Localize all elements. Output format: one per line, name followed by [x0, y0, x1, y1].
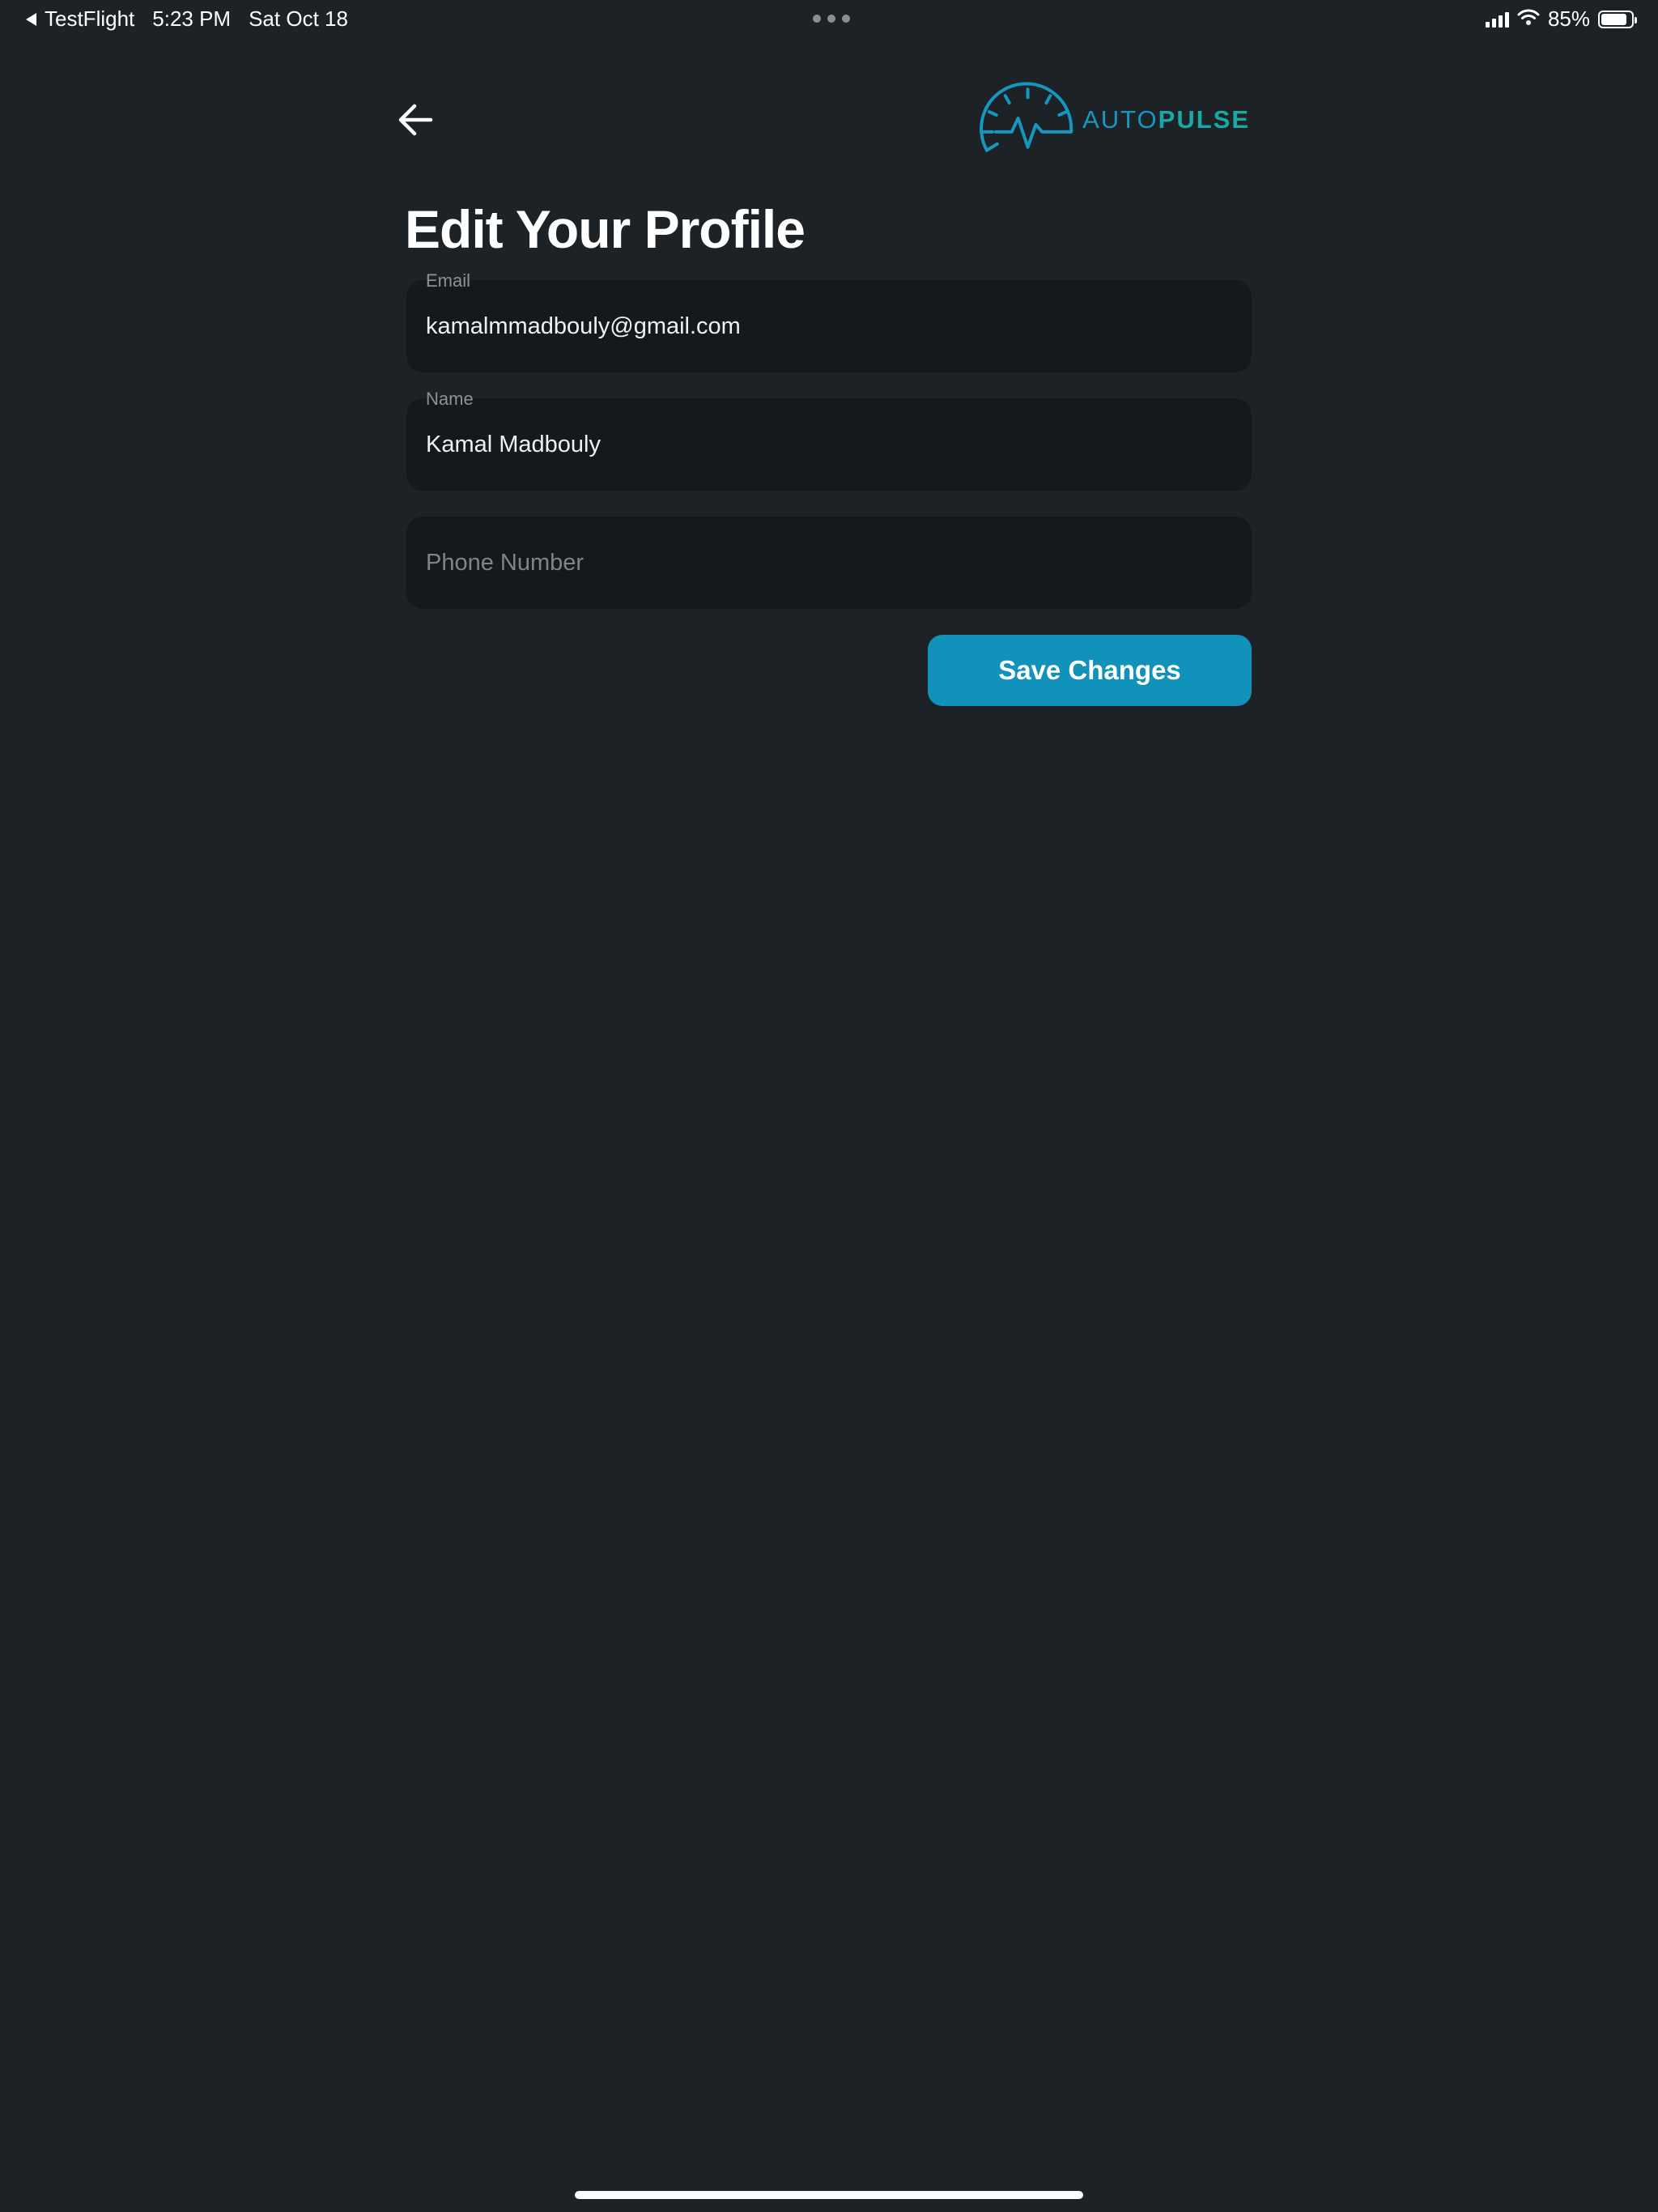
home-indicator[interactable]: [575, 2191, 1083, 2199]
dot: [813, 15, 821, 23]
logo-wordmark: AUTOPULSE: [1082, 105, 1250, 134]
status-time: 5:23 PM: [152, 6, 232, 31]
save-changes-button[interactable]: Save Changes: [928, 635, 1252, 706]
name-field[interactable]: Name: [406, 389, 1252, 491]
status-bar-left: TestFlight 5:23 PM Sat Oct 18: [26, 6, 348, 32]
cellular-signal-icon: [1485, 11, 1509, 28]
name-input[interactable]: [426, 398, 1219, 491]
battery-percent: 85%: [1547, 6, 1590, 31]
status-date: Sat Oct 18: [249, 6, 348, 31]
back-triangle-icon[interactable]: [26, 12, 36, 26]
arrow-left-icon: [398, 104, 433, 136]
battery-icon: [1598, 10, 1637, 28]
logo-word-pulse: PULSE: [1158, 105, 1250, 134]
email-input[interactable]: [426, 280, 1219, 372]
email-field[interactable]: Email: [406, 270, 1252, 372]
back-to-app-link[interactable]: TestFlight: [45, 6, 134, 32]
autopulse-logo: AUTOPULSE: [978, 79, 1250, 160]
logo-word-auto: AUTO: [1082, 105, 1158, 134]
phone-input[interactable]: [426, 517, 1219, 609]
multitask-dots-icon[interactable]: [813, 15, 850, 23]
battery-level: [1601, 13, 1626, 25]
status-bar: TestFlight 5:23 PM Sat Oct 18 85%: [0, 0, 1658, 39]
page-title: Edit Your Profile: [405, 199, 806, 259]
dot: [842, 15, 850, 23]
back-button[interactable]: [392, 96, 440, 144]
speedometer-pulse-icon: [980, 82, 1073, 152]
dot: [827, 15, 835, 23]
status-bar-right: 85%: [1485, 6, 1637, 32]
phone-field[interactable]: [406, 517, 1252, 609]
wifi-icon: [1517, 6, 1540, 32]
